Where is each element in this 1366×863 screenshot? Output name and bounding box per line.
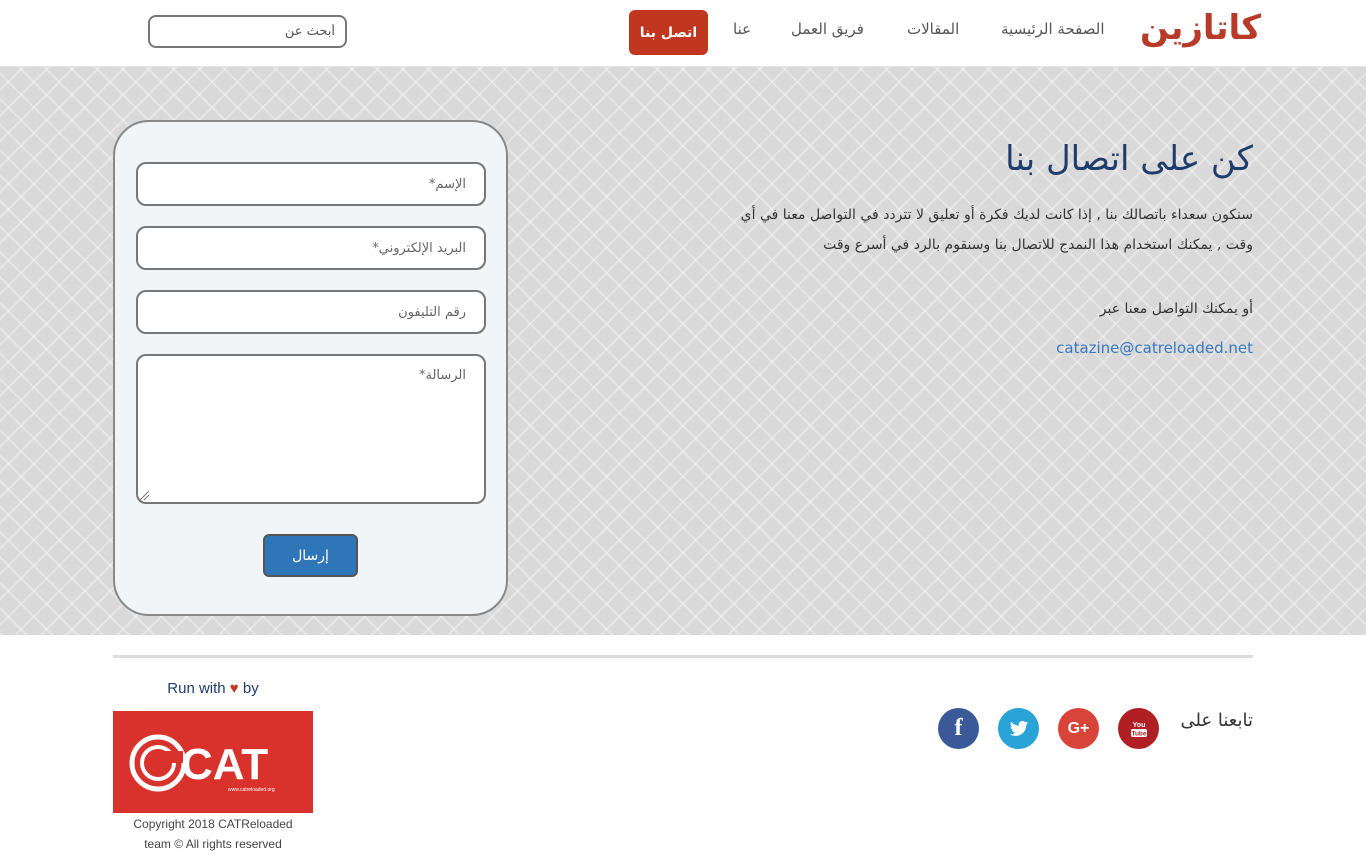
- contact-email-link[interactable]: catazine@catreloaded.net: [1056, 339, 1253, 357]
- contact-form-card: إرسال: [113, 120, 508, 616]
- nav-about[interactable]: عنا: [733, 20, 751, 38]
- contact-title: كن على اتصال بنا: [1005, 139, 1253, 179]
- resize-grip-icon[interactable]: [138, 489, 150, 501]
- search-input[interactable]: [148, 15, 347, 48]
- contact-alt-text: أو يمكنك التواصل معنا عبر: [1099, 301, 1253, 317]
- youtube-icon[interactable]: You Tube: [1118, 708, 1159, 749]
- twitter-icon[interactable]: [998, 708, 1039, 749]
- brand-logo[interactable]: كاتازين: [1140, 8, 1261, 48]
- run-with-label: Run with ♥ by: [113, 680, 313, 697]
- footer-divider: [113, 655, 1253, 658]
- nav-home[interactable]: الصفحة الرئيسية: [1001, 20, 1105, 38]
- run-with-prefix: Run with: [167, 680, 226, 697]
- nav-contact-button[interactable]: اتصل بنا: [629, 10, 708, 55]
- contact-description: سنكون سعداء باتصالك بنا , إذا كانت لديك …: [740, 207, 1253, 253]
- google-plus-icon[interactable]: G+: [1058, 708, 1099, 749]
- top-navbar: كاتازين الصفحة الرئيسية المقالات فريق ال…: [0, 0, 1366, 67]
- copyright-line-2: team © All rights reserved: [144, 837, 282, 851]
- facebook-icon[interactable]: f: [938, 708, 979, 749]
- copyright-text: Copyright 2018 CATReloaded team © All ri…: [113, 814, 313, 854]
- follow-us-label: تابعنا على: [1180, 710, 1253, 731]
- copyright-line-1: Copyright 2018 CATReloaded: [133, 817, 293, 831]
- svg-text:You: You: [1132, 722, 1145, 729]
- run-with-suffix: by: [242, 680, 259, 697]
- phone-field[interactable]: [136, 290, 486, 334]
- nav-articles[interactable]: المقالات: [907, 20, 959, 38]
- name-field[interactable]: [136, 162, 486, 206]
- email-field[interactable]: [136, 226, 486, 270]
- nav-team[interactable]: فريق العمل: [791, 20, 864, 38]
- cat-reloaded-logo[interactable]: CAT www.catreloaded.org: [113, 711, 313, 813]
- message-field[interactable]: [136, 354, 486, 504]
- send-button[interactable]: إرسال: [263, 534, 358, 577]
- contact-section: إرسال كن على اتصال بنا سنكون سعداء باتصا…: [0, 67, 1366, 635]
- heart-icon: ♥: [229, 680, 239, 697]
- svg-text:CAT: CAT: [181, 740, 268, 789]
- logo-url-text: www.catreloaded.org: [228, 787, 275, 793]
- svg-text:Tube: Tube: [1131, 730, 1146, 737]
